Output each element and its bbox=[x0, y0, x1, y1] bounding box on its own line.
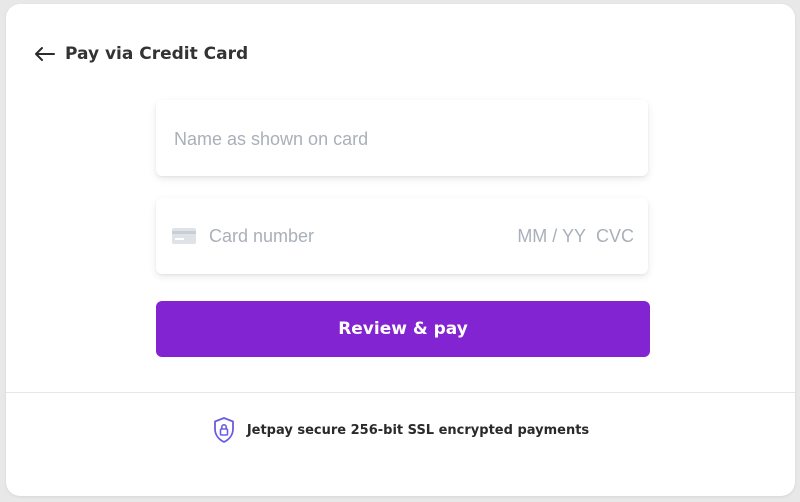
secure-payment-notice: Jetpay secure 256-bit SSL encrypted paym… bbox=[6, 415, 795, 445]
back-button[interactable] bbox=[34, 43, 56, 65]
footer-divider bbox=[6, 392, 795, 393]
page-header: Pay via Credit Card bbox=[34, 38, 248, 70]
card-number-input[interactable] bbox=[207, 224, 510, 248]
name-on-card-input[interactable] bbox=[172, 100, 636, 178]
payment-card: Pay via Credit Card Review & pay Jetpay … bbox=[6, 4, 795, 496]
shield-lock-icon bbox=[212, 416, 236, 444]
secure-payment-text: Jetpay secure 256-bit SSL encrypted paym… bbox=[246, 422, 590, 438]
expiry-input[interactable] bbox=[510, 224, 588, 248]
cvc-input[interactable] bbox=[588, 224, 636, 248]
arrow-left-icon bbox=[35, 47, 55, 61]
card-details-field bbox=[156, 198, 648, 274]
review-and-pay-button[interactable]: Review & pay bbox=[156, 301, 650, 357]
credit-card-icon bbox=[172, 228, 196, 244]
name-on-card-field bbox=[156, 100, 648, 178]
page-title: Pay via Credit Card bbox=[65, 44, 249, 64]
